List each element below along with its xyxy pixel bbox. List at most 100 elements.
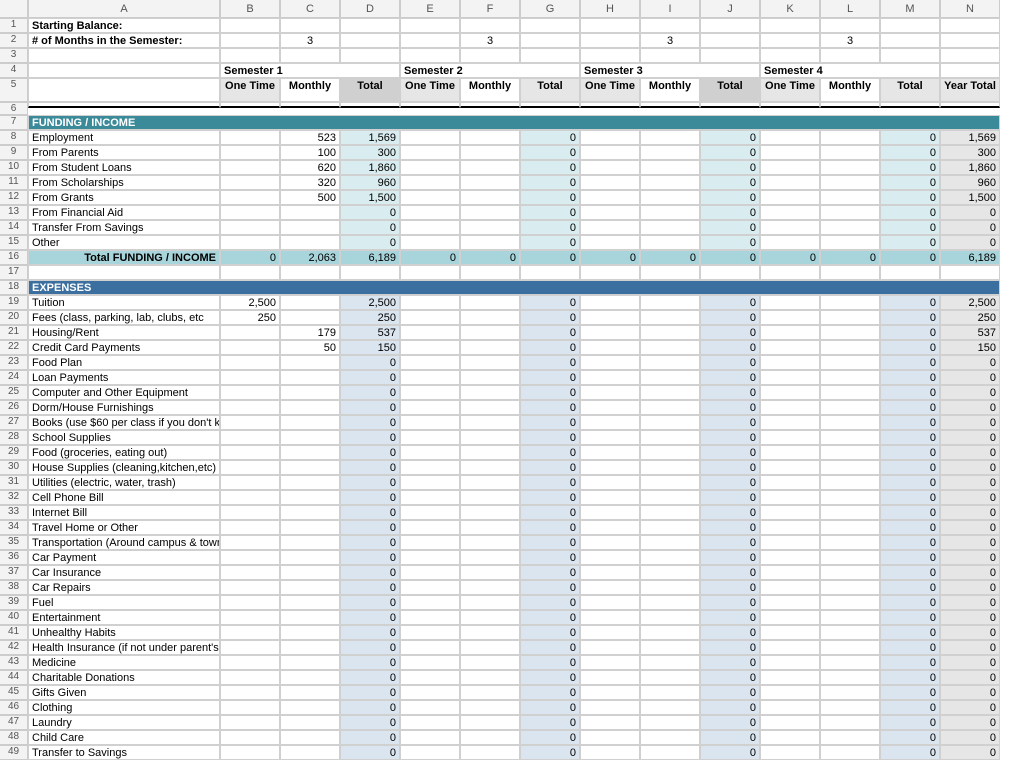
income-total[interactable]: 0: [880, 220, 940, 235]
expense-monthly[interactable]: [820, 415, 880, 430]
expense-monthly[interactable]: [820, 640, 880, 655]
expense-label[interactable]: Food Plan: [28, 355, 220, 370]
row-header-13[interactable]: 13: [0, 205, 28, 220]
expense-total[interactable]: 0: [880, 505, 940, 520]
income-monthly[interactable]: [640, 220, 700, 235]
expense-monthly[interactable]: [640, 535, 700, 550]
income-year[interactable]: 300: [940, 145, 1000, 160]
expense-total[interactable]: 0: [700, 340, 760, 355]
expense-monthly[interactable]: [460, 655, 520, 670]
expense-onetime[interactable]: 2,500: [220, 295, 280, 310]
expense-onetime[interactable]: [400, 595, 460, 610]
expense-total[interactable]: 0: [340, 550, 400, 565]
income-onetime[interactable]: [220, 175, 280, 190]
income-monthly[interactable]: [460, 235, 520, 250]
income-monthly[interactable]: [640, 160, 700, 175]
expense-onetime[interactable]: [580, 295, 640, 310]
col-header-J[interactable]: J: [700, 0, 760, 18]
expense-year[interactable]: 0: [940, 430, 1000, 445]
expense-onetime[interactable]: [580, 445, 640, 460]
expense-onetime[interactable]: [220, 430, 280, 445]
expense-total[interactable]: 0: [880, 460, 940, 475]
expense-total[interactable]: 0: [520, 715, 580, 730]
expense-total[interactable]: 0: [520, 730, 580, 745]
expense-monthly[interactable]: [460, 505, 520, 520]
cell[interactable]: [640, 18, 700, 33]
expense-label[interactable]: Transportation (Around campus & town ): [28, 535, 220, 550]
cell[interactable]: [280, 48, 340, 63]
income-year[interactable]: 0: [940, 205, 1000, 220]
expense-total[interactable]: 0: [520, 535, 580, 550]
row-header-18[interactable]: 18: [0, 280, 28, 295]
expense-monthly[interactable]: [460, 355, 520, 370]
expense-total[interactable]: 0: [700, 355, 760, 370]
expense-monthly[interactable]: [460, 415, 520, 430]
expense-onetime[interactable]: [400, 490, 460, 505]
income-label[interactable]: From Scholarships: [28, 175, 220, 190]
months-value[interactable]: [880, 33, 940, 48]
expense-onetime[interactable]: [220, 580, 280, 595]
expense-total[interactable]: 0: [340, 685, 400, 700]
expense-monthly[interactable]: [640, 610, 700, 625]
expense-onetime[interactable]: [580, 550, 640, 565]
months-value[interactable]: [340, 33, 400, 48]
income-year[interactable]: 0: [940, 220, 1000, 235]
expense-label[interactable]: Utilities (electric, water, trash): [28, 475, 220, 490]
expense-monthly[interactable]: [280, 625, 340, 640]
expense-total[interactable]: 0: [520, 460, 580, 475]
expense-total[interactable]: 0: [880, 715, 940, 730]
expense-monthly[interactable]: [820, 460, 880, 475]
expense-onetime[interactable]: [220, 355, 280, 370]
expense-onetime[interactable]: [760, 370, 820, 385]
expense-onetime[interactable]: [760, 610, 820, 625]
expense-label[interactable]: Fees (class, parking, lab, clubs, etc: [28, 310, 220, 325]
expense-monthly[interactable]: [280, 430, 340, 445]
expense-onetime[interactable]: [400, 625, 460, 640]
income-monthly[interactable]: 100: [280, 145, 340, 160]
row-header-23[interactable]: 23: [0, 355, 28, 370]
cell[interactable]: [460, 18, 520, 33]
expense-total[interactable]: 0: [880, 445, 940, 460]
expense-onetime[interactable]: [580, 325, 640, 340]
expense-onetime[interactable]: 250: [220, 310, 280, 325]
expense-onetime[interactable]: [580, 385, 640, 400]
income-onetime[interactable]: [220, 190, 280, 205]
expense-total[interactable]: 0: [700, 700, 760, 715]
expense-year[interactable]: 0: [940, 715, 1000, 730]
income-total[interactable]: 0: [520, 160, 580, 175]
row-header-12[interactable]: 12: [0, 190, 28, 205]
expense-year[interactable]: 0: [940, 625, 1000, 640]
expense-onetime[interactable]: [760, 580, 820, 595]
expense-onetime[interactable]: [220, 730, 280, 745]
income-year[interactable]: 1,500: [940, 190, 1000, 205]
expense-total[interactable]: 0: [880, 520, 940, 535]
income-monthly[interactable]: [820, 175, 880, 190]
expense-total[interactable]: 0: [700, 745, 760, 760]
cell[interactable]: [580, 48, 640, 63]
expense-monthly[interactable]: [640, 730, 700, 745]
row-header-19[interactable]: 19: [0, 295, 28, 310]
expense-label[interactable]: Unhealthy Habits: [28, 625, 220, 640]
income-onetime[interactable]: [220, 160, 280, 175]
cell[interactable]: [880, 265, 940, 280]
expense-total[interactable]: 0: [700, 445, 760, 460]
expense-monthly[interactable]: [820, 670, 880, 685]
expense-monthly[interactable]: [280, 550, 340, 565]
expense-onetime[interactable]: [220, 685, 280, 700]
income-monthly[interactable]: [280, 235, 340, 250]
income-monthly[interactable]: [460, 220, 520, 235]
income-total[interactable]: 0: [520, 235, 580, 250]
months-value[interactable]: [700, 33, 760, 48]
expense-total[interactable]: 0: [880, 745, 940, 760]
expense-monthly[interactable]: [280, 310, 340, 325]
expense-monthly[interactable]: [820, 505, 880, 520]
expense-onetime[interactable]: [220, 325, 280, 340]
income-monthly[interactable]: [820, 145, 880, 160]
income-monthly[interactable]: [280, 205, 340, 220]
expense-total[interactable]: 0: [340, 595, 400, 610]
expense-monthly[interactable]: [280, 640, 340, 655]
expense-total[interactable]: 0: [880, 355, 940, 370]
expense-total[interactable]: 0: [340, 475, 400, 490]
expense-total[interactable]: 0: [700, 580, 760, 595]
expense-onetime[interactable]: [760, 445, 820, 460]
